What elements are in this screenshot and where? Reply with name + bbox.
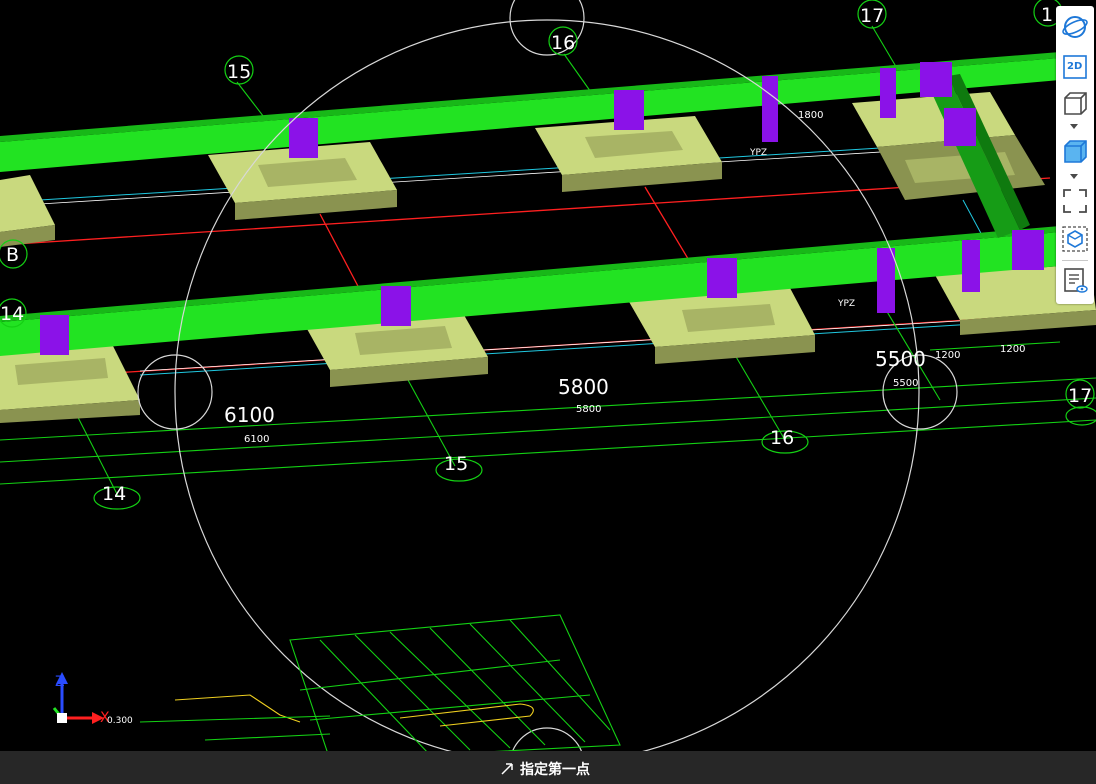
- dimension-small-5800: 5800: [576, 404, 601, 415]
- wireframe-dropdown-caret[interactable]: [1070, 124, 1078, 129]
- grid-label-bottom-14: 14: [102, 483, 126, 505]
- view-cube-icon: [1062, 226, 1088, 252]
- dimension-6100: 6100: [224, 403, 275, 427]
- cursor-arrow-icon: [500, 762, 514, 778]
- beams: [0, 52, 1060, 356]
- fullscreen-icon: [1063, 189, 1087, 213]
- command-prompt-text: 指定第一点: [520, 762, 590, 778]
- properties-view-button[interactable]: [1060, 266, 1090, 296]
- grid-label-bottom-16: 16: [770, 427, 794, 449]
- wireframe-cube-icon: [1064, 92, 1087, 115]
- view-toolbar: 2D: [1056, 6, 1094, 304]
- orbit-button[interactable]: [1060, 12, 1090, 42]
- grid-label-top-1: 1: [1041, 4, 1053, 26]
- dimension-small-6100: 6100: [244, 434, 269, 445]
- dimension-small-1800: 1800: [798, 110, 823, 121]
- command-prompt: 指定第一点: [500, 759, 590, 779]
- label-ypz-2: YPZ: [837, 299, 855, 309]
- 2d-view-button[interactable]: 2D: [1060, 52, 1090, 82]
- fullscreen-button[interactable]: [1060, 186, 1090, 216]
- toolbar-separator: [1062, 260, 1088, 261]
- grid-label-top-15: 15: [227, 61, 251, 83]
- grid-label-top-16: 16: [551, 32, 575, 54]
- shaded-cube-icon: [1064, 140, 1087, 163]
- dimension-small-1200-b: 1200: [1000, 344, 1025, 355]
- status-bar: 指定第一点: [0, 751, 1096, 784]
- wireframe-cube-button[interactable]: [1060, 88, 1090, 118]
- ucs-z-label: Z: [55, 674, 65, 690]
- grid-label-bottom-15: 15: [444, 453, 468, 475]
- dimension-small-1200-a: 1200: [935, 350, 960, 361]
- dimension-5500: 5500: [875, 347, 926, 371]
- dimension-small-5500: 5500: [893, 378, 918, 389]
- hatch-region: [139, 614, 621, 761]
- grid-label-bottom-17: 17: [1068, 385, 1092, 407]
- orbit-icon: [1062, 16, 1088, 38]
- 3d-viewport[interactable]: 15 16 17 1 B 14 14 15 16 17 6100 5800 55…: [0, 0, 1096, 784]
- ucs-axes: Z X 0.300: [52, 672, 133, 726]
- grid-label-left-14: 14: [0, 303, 24, 325]
- properties-view-icon: [1064, 268, 1088, 293]
- label-ypz-1: YPZ: [749, 148, 767, 158]
- ucs-origin-value: 0.300: [107, 716, 133, 726]
- 2d-view-label: 2D: [1067, 61, 1083, 72]
- view-cube-button[interactable]: [1060, 224, 1090, 254]
- shaded-dropdown-caret[interactable]: [1070, 174, 1078, 179]
- grid-label-row-b: B: [6, 244, 19, 266]
- dimension-5800: 5800: [558, 375, 609, 399]
- grid-label-top-17: 17: [860, 5, 884, 27]
- shaded-cube-button[interactable]: [1060, 136, 1090, 166]
